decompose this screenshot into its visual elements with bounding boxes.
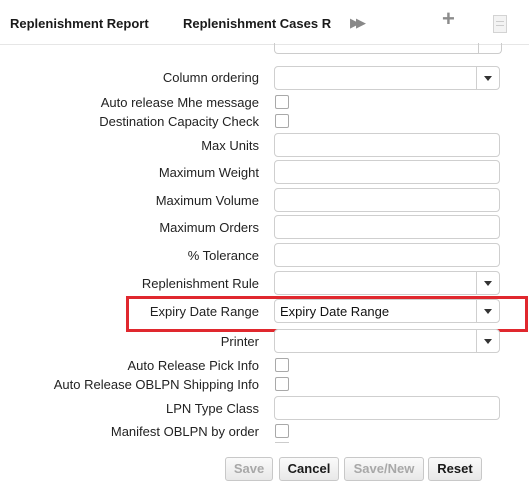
chevron-down-icon[interactable] xyxy=(476,330,499,352)
fast-forward-icon[interactable]: ▶▶ xyxy=(350,15,366,31)
lpn-type-class-label: LPN Type Class xyxy=(166,401,259,416)
replenishment-rule-label: Replenishment Rule xyxy=(141,276,259,291)
max-volume-input[interactable] xyxy=(274,188,500,212)
auto-release-mhe-checkbox[interactable] xyxy=(275,95,289,109)
tab-replenishment-cases[interactable]: Replenishment Cases R xyxy=(183,16,331,31)
max-units-input[interactable] xyxy=(274,133,500,157)
printer-select[interactable] xyxy=(274,329,500,353)
column-ordering-label: Column ordering xyxy=(162,70,259,85)
save-button[interactable]: Save xyxy=(225,457,273,481)
chevron-down-icon[interactable] xyxy=(476,67,499,89)
document-icon[interactable] xyxy=(493,15,507,33)
lpn-type-class-input[interactable] xyxy=(274,396,500,420)
dest-capacity-checkbox[interactable] xyxy=(275,114,289,128)
manifest-oblpn-checkbox[interactable] xyxy=(275,424,289,438)
reset-button[interactable]: Reset xyxy=(428,457,482,481)
cancel-button[interactable]: Cancel xyxy=(279,457,339,481)
replenishment-rule-select[interactable] xyxy=(274,271,500,295)
tolerance-label: % Tolerance xyxy=(187,248,259,263)
manifest-oblpn-label: Manifest OBLPN by order xyxy=(110,424,259,439)
tab-bar: Replenishment Report Replenishment Cases… xyxy=(0,0,529,45)
auto-release-oblpn-checkbox[interactable] xyxy=(275,377,289,391)
plus-icon[interactable]: + xyxy=(442,6,455,32)
printer-label: Printer xyxy=(220,334,259,349)
dest-capacity-label: Destination Capacity Check xyxy=(99,114,259,129)
chevron-down-icon[interactable] xyxy=(476,272,499,294)
max-orders-label: Maximum Orders xyxy=(159,220,259,235)
partial-select-top[interactable] xyxy=(274,43,502,54)
save-new-button[interactable]: Save/New xyxy=(344,457,424,481)
auto-release-oblpn-label: Auto Release OBLPN Shipping Info xyxy=(53,377,259,392)
max-units-label: Max Units xyxy=(201,138,259,153)
tolerance-input[interactable] xyxy=(274,243,500,267)
column-ordering-select[interactable] xyxy=(274,66,500,90)
max-volume-label: Maximum Volume xyxy=(155,193,259,208)
highlight-box xyxy=(126,296,528,332)
auto-release-pick-label: Auto Release Pick Info xyxy=(127,358,259,373)
max-orders-input[interactable] xyxy=(274,215,500,239)
max-weight-label: Maximum Weight xyxy=(158,165,259,180)
partial-row-divider xyxy=(275,442,289,445)
auto-release-pick-checkbox[interactable] xyxy=(275,358,289,372)
max-weight-input[interactable] xyxy=(274,160,500,184)
tab-replenishment-report[interactable]: Replenishment Report xyxy=(10,16,149,31)
auto-release-mhe-label: Auto release Mhe message xyxy=(100,95,259,110)
